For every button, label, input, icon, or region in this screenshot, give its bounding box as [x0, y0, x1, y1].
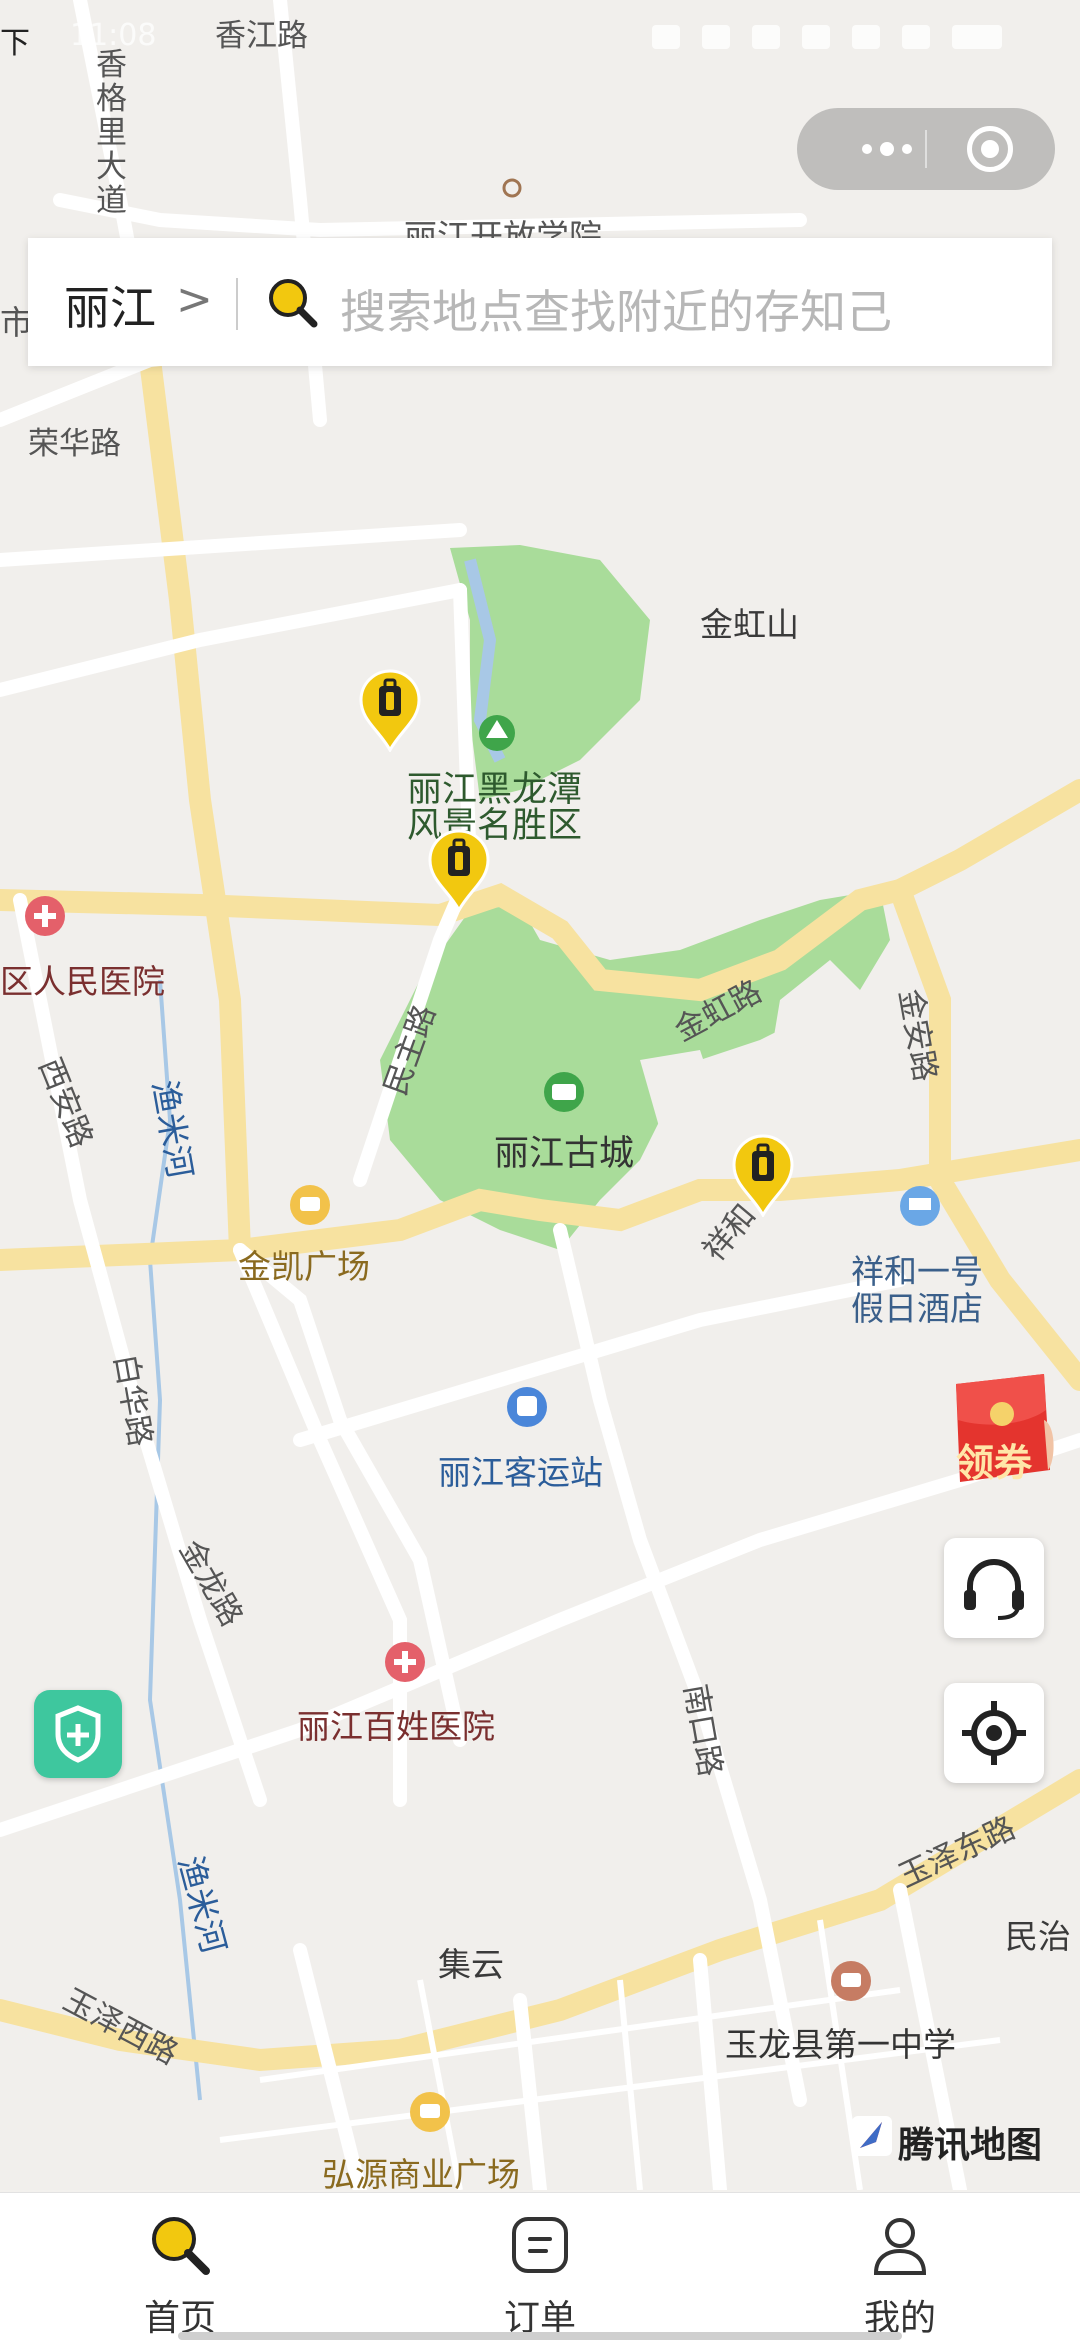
- tab-home[interactable]: 首页: [80, 2193, 280, 2341]
- chevron-right-icon[interactable]: >: [176, 274, 213, 325]
- tab-orders[interactable]: 订单: [440, 2193, 640, 2341]
- mini-program-capsule: [797, 108, 1055, 190]
- locate-me-button[interactable]: [944, 1683, 1044, 1783]
- search-icon: [269, 279, 318, 328]
- area-label: 集云: [438, 1945, 504, 1984]
- hospital-label: 丽江百姓医院: [297, 1707, 495, 1746]
- search-bar: 丽江 > 搜索地点查找附近的存知己: [28, 238, 1052, 366]
- scenic-label: 丽江黑龙潭: [407, 770, 583, 810]
- order-icon: [512, 2217, 568, 2273]
- status-left-text: 下: [0, 26, 30, 61]
- storage-location-pin[interactable]: [730, 1133, 796, 1217]
- tencent-map-logo-icon: [852, 2116, 892, 2163]
- status-bar: 下 11:08: [0, 0, 1080, 70]
- station-label: 丽江客运站: [438, 1453, 603, 1492]
- locate-icon: [962, 1701, 1026, 1765]
- headset-icon: [964, 1559, 1024, 1620]
- storage-location-pin[interactable]: [357, 668, 423, 752]
- safety-shield-button[interactable]: [34, 1690, 122, 1778]
- hotel-label: 假日酒店: [851, 1289, 983, 1328]
- road-label: 香格里大道: [96, 47, 127, 219]
- more-menu-button[interactable]: [837, 108, 937, 190]
- mountain-label: 金虹山: [700, 605, 799, 644]
- hospital-label: 区人民医院: [0, 962, 165, 1001]
- status-time: 11:08: [70, 18, 157, 53]
- home-indicator: [178, 2332, 902, 2340]
- area-label: 民治: [1005, 1917, 1071, 1956]
- attribution-text: 腾讯地图: [898, 2125, 1043, 2166]
- school-label: 玉龙县第一中学: [725, 2025, 956, 2064]
- landmark-label: 丽江古城: [494, 1134, 635, 1174]
- user-icon: [873, 2218, 927, 2275]
- plaza-label: 弘源商业广场: [322, 2155, 520, 2190]
- coupon-button[interactable]: 领券: [944, 1370, 1056, 1488]
- customer-service-button[interactable]: [944, 1538, 1044, 1638]
- close-mini-program-button[interactable]: [967, 126, 1013, 172]
- search-input[interactable]: 搜索地点查找附近的存知己: [340, 276, 892, 342]
- search-icon: [152, 2217, 210, 2275]
- status-icons: [630, 22, 1030, 52]
- road-label: 荣华路: [28, 426, 121, 462]
- tab-mine[interactable]: 我的: [800, 2193, 1000, 2341]
- map-attribution: 腾讯地图: [852, 2116, 1042, 2174]
- shield-icon: [55, 1705, 101, 1763]
- bottom-tab-bar: 首页 订单 我的: [0, 2192, 1080, 2341]
- plaza-label: 金凯广场: [238, 1247, 370, 1286]
- city-selector[interactable]: 丽江: [64, 272, 156, 338]
- coupon-label: 领券: [956, 1441, 1033, 1485]
- storage-location-pin[interactable]: [426, 828, 492, 912]
